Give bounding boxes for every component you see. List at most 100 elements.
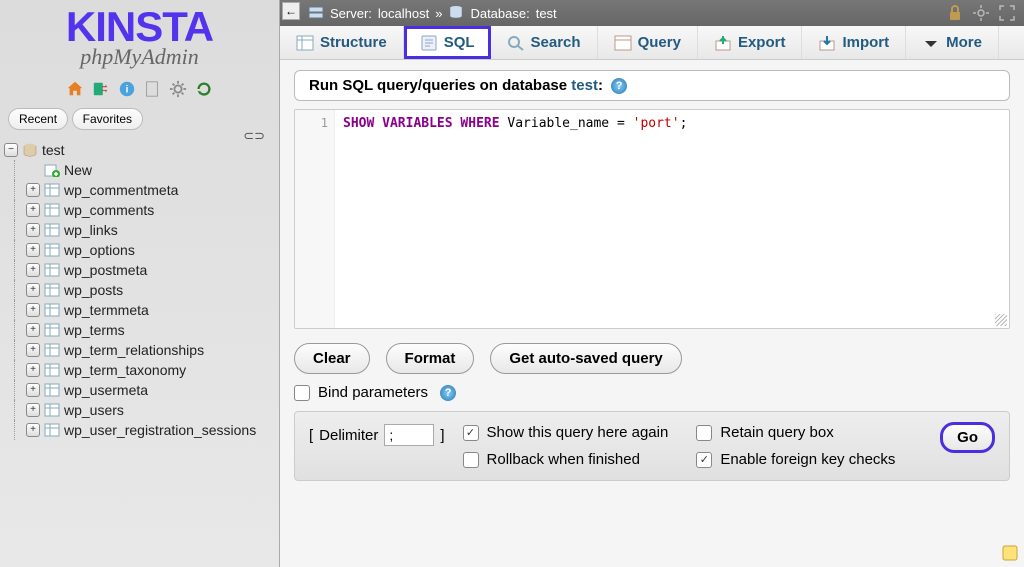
db-tree: − test New+wp_commentmeta+wp_comments+wp… (0, 134, 279, 567)
table-icon (44, 183, 60, 197)
table-node[interactable]: +wp_links (4, 220, 275, 240)
import-icon (818, 35, 836, 51)
sql-icon (420, 35, 438, 51)
table-node[interactable]: +wp_options (4, 240, 275, 260)
database-icon (448, 5, 464, 22)
table-node[interactable]: +wp_terms (4, 320, 275, 340)
expand-icon[interactable]: + (26, 423, 40, 437)
show-again-checkbox[interactable]: ✓ (463, 425, 479, 441)
brand-subtitle: phpMyAdmin (0, 44, 279, 70)
table-node[interactable]: +wp_users (4, 400, 275, 420)
collapse-sidebar-button[interactable]: ← (282, 2, 300, 20)
fk-checkbox[interactable]: ✓ (696, 452, 712, 468)
table-icon (44, 203, 60, 217)
gear-icon[interactable] (972, 4, 990, 22)
new-table-node[interactable]: New (4, 160, 275, 180)
delimiter-wrap: [ Delimiter ] (309, 424, 445, 446)
table-icon (44, 403, 60, 417)
expand-icon[interactable]: + (26, 403, 40, 417)
expand-icon[interactable]: + (26, 343, 40, 357)
table-node[interactable]: +wp_termmeta (4, 300, 275, 320)
clear-button[interactable]: Clear (294, 343, 370, 374)
server-link[interactable]: localhost (378, 6, 429, 21)
table-node[interactable]: +wp_term_taxonomy (4, 360, 275, 380)
fullscreen-icon[interactable] (998, 4, 1016, 22)
tab-sql[interactable]: SQL (404, 26, 491, 59)
brand-name: KINSTA (0, 8, 279, 46)
info-icon[interactable]: i (118, 80, 136, 98)
db-node[interactable]: − test (4, 140, 275, 160)
expand-icon[interactable]: + (26, 243, 40, 257)
editor-buttons: Clear Format Get auto-saved query (294, 343, 1010, 374)
retain-checkbox[interactable] (696, 425, 712, 441)
autosaved-button[interactable]: Get auto-saved query (490, 343, 681, 374)
home-icon[interactable] (66, 80, 84, 98)
gear-icon[interactable] (169, 80, 187, 98)
tab-structure[interactable]: Structure (280, 26, 404, 59)
table-icon (44, 243, 60, 257)
server-label: Server: (330, 6, 372, 21)
table-node[interactable]: +wp_comments (4, 200, 275, 220)
expand-icon[interactable]: + (26, 183, 40, 197)
table-icon (44, 383, 60, 397)
table-node[interactable]: +wp_usermeta (4, 380, 275, 400)
tab-export[interactable]: Export (698, 26, 803, 59)
delimiter-input[interactable] (384, 424, 434, 446)
sql-editor[interactable]: 1 SHOW VARIABLES WHERE Variable_name = '… (294, 109, 1010, 329)
favorites-tab[interactable]: Favorites (72, 108, 143, 130)
footer-panel: [ Delimiter ] ✓Show this query here agai… (294, 411, 1010, 481)
table-icon (44, 323, 60, 337)
docs-icon[interactable] (143, 80, 161, 98)
tab-import[interactable]: Import (802, 26, 906, 59)
logo-area: KINSTA phpMyAdmin (0, 0, 279, 74)
line-gutter: 1 (295, 110, 335, 328)
status-corner (1002, 545, 1018, 561)
sidebar-tabs: Recent Favorites ⊂⊃ (0, 104, 279, 134)
reload-icon[interactable] (195, 80, 213, 98)
go-button[interactable]: Go (940, 422, 995, 453)
expand-icon[interactable]: + (26, 263, 40, 277)
expand-icon[interactable]: + (26, 203, 40, 217)
help-icon[interactable]: ? (440, 385, 456, 401)
bind-checkbox[interactable] (294, 385, 310, 401)
tab-more[interactable]: More (906, 26, 999, 59)
query-icon (614, 35, 632, 51)
content: Run SQL query/queries on database test: … (280, 60, 1024, 567)
sidebar: KINSTA phpMyAdmin i Recent Favorites ⊂⊃ … (0, 0, 280, 567)
svg-text:i: i (125, 84, 128, 95)
note-icon[interactable] (1002, 545, 1018, 561)
chevron-down-icon (922, 35, 940, 51)
help-icon[interactable]: ? (611, 78, 627, 94)
main: ← Server: localhost » Database: test Str… (280, 0, 1024, 567)
table-node[interactable]: +wp_posts (4, 280, 275, 300)
server-icon (308, 5, 324, 22)
tabbar: Structure SQL Search Query Export Import… (280, 26, 1024, 60)
export-icon (714, 35, 732, 51)
format-button[interactable]: Format (386, 343, 475, 374)
structure-icon (296, 35, 314, 51)
expand-icon[interactable]: + (26, 223, 40, 237)
expand-icon[interactable]: + (26, 303, 40, 317)
table-node[interactable]: +wp_term_relationships (4, 340, 275, 360)
expand-icon[interactable]: + (26, 323, 40, 337)
table-icon (44, 283, 60, 297)
expand-icon[interactable]: + (26, 283, 40, 297)
table-icon (44, 263, 60, 277)
search-icon (507, 35, 525, 51)
db-link[interactable]: test (536, 6, 557, 21)
lock-icon[interactable] (946, 4, 964, 22)
tab-search[interactable]: Search (491, 26, 598, 59)
table-node[interactable]: +wp_postmeta (4, 260, 275, 280)
recent-tab[interactable]: Recent (8, 108, 68, 130)
table-node[interactable]: +wp_user_registration_sessions (4, 420, 275, 440)
tab-query[interactable]: Query (598, 26, 698, 59)
expand-icon[interactable]: + (26, 363, 40, 377)
rollback-checkbox[interactable] (463, 452, 479, 468)
expand-icon[interactable]: + (26, 383, 40, 397)
new-icon (44, 163, 60, 177)
table-node[interactable]: +wp_commentmeta (4, 180, 275, 200)
exit-icon[interactable] (92, 80, 110, 98)
collapse-icon[interactable]: − (4, 143, 18, 157)
link-icon[interactable]: ⊂⊃ (243, 128, 265, 144)
sql-code[interactable]: SHOW VARIABLES WHERE Variable_name = 'po… (335, 110, 1009, 328)
